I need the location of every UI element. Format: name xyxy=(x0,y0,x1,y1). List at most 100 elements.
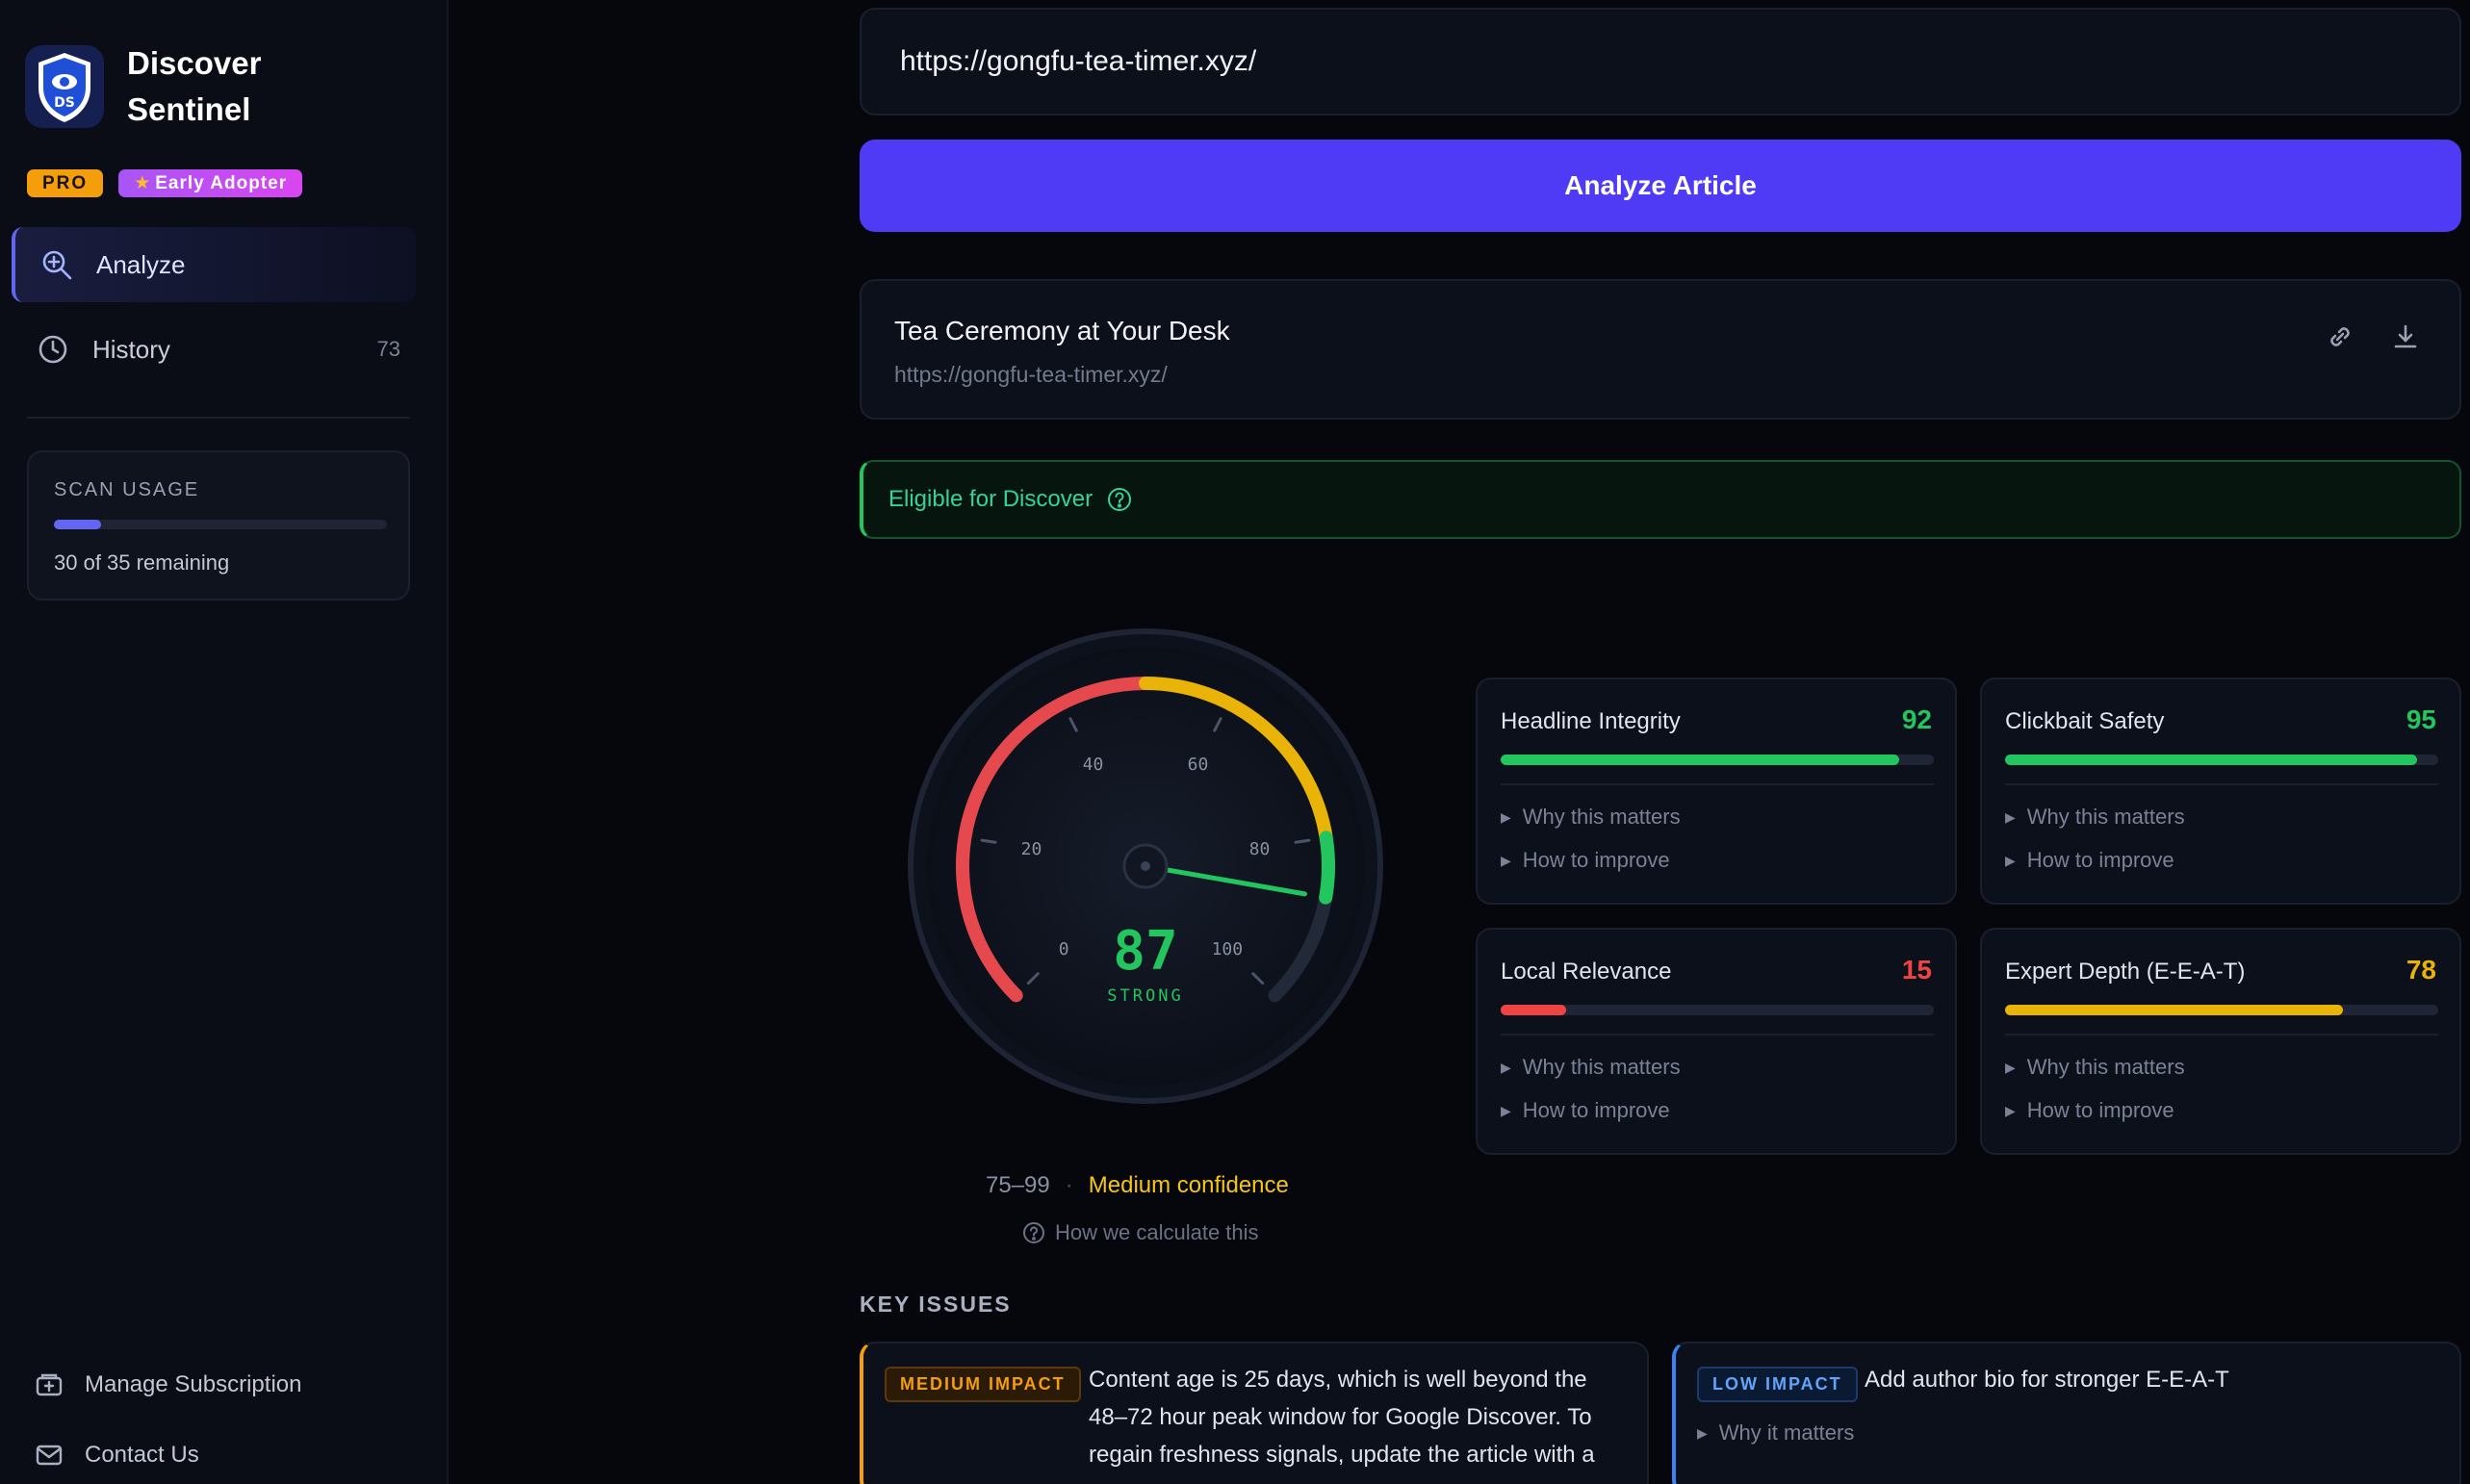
eligibility-banner: Eligible for Discover xyxy=(860,460,2461,539)
early-adopter-badge: ★ Early Adopter xyxy=(118,169,303,197)
why-this-matters-toggle[interactable]: ▶ Why this matters xyxy=(1501,1055,1681,1080)
metric-bar xyxy=(1501,755,1934,765)
clock-icon xyxy=(39,335,67,364)
shield-logo-icon: DS xyxy=(25,45,104,128)
url-input[interactable]: https://gongfu-tea-timer.xyz/ xyxy=(860,8,2461,115)
issue-text: Content age is 25 days, which is well be… xyxy=(1089,1361,1637,1473)
gauge-grade: STRONG xyxy=(1107,986,1183,1006)
why-this-matters-toggle[interactable]: ▶ Why this matters xyxy=(2005,805,2185,830)
score-gauge: 0 20 40 60 80 100 87 STRONG xyxy=(908,628,1383,1104)
contact-us-label: Contact Us xyxy=(85,1442,199,1468)
manage-subscription-link[interactable]: Manage Subscription xyxy=(35,1370,301,1399)
gauge-arc-segment xyxy=(1319,831,1335,905)
nav-label-analyze: Analyze xyxy=(96,249,186,279)
confidence-level: Medium confidence xyxy=(1088,1172,1289,1198)
gauge-tick-label: 20 xyxy=(1021,839,1042,859)
how-to-improve-toggle[interactable]: ▶ How to improve xyxy=(1501,1098,1670,1123)
download-icon[interactable] xyxy=(2390,321,2421,352)
gauge-tick-label: 0 xyxy=(1059,939,1069,959)
issue-text: Add author bio for stronger E-E-A-T xyxy=(1865,1367,2229,1393)
why-this-matters-toggle[interactable]: ▶ Why this matters xyxy=(2005,1055,2185,1080)
metric-card-headline-integrity: Headline Integrity 92 ▶ Why this matters … xyxy=(1476,678,1957,905)
caret-right-icon: ▶ xyxy=(2005,1102,2016,1118)
brand[interactable]: DS Discover Sentinel xyxy=(25,40,320,133)
metric-divider xyxy=(2005,1034,2438,1036)
issue-text-line: Content age is 25 days, which is well be… xyxy=(1089,1367,1587,1393)
metric-bar-fill xyxy=(2005,1005,2343,1015)
metric-bar-fill xyxy=(1501,755,1899,765)
scan-usage-title: SCAN USAGE xyxy=(54,479,200,500)
score-range-line: 75–99 · Medium confidence xyxy=(986,1172,1289,1199)
metric-bar xyxy=(1501,1005,1934,1015)
mail-icon xyxy=(36,1445,63,1466)
metric-card-expert-depth: Expert Depth (E-E-A-T) 78 ▶ Why this matt… xyxy=(1980,928,2461,1155)
billing-icon xyxy=(36,1373,63,1396)
metric-score: 78 xyxy=(2406,955,2436,985)
contact-us-link[interactable]: Contact Us xyxy=(35,1441,199,1470)
gauge-tick-label: 80 xyxy=(1249,839,1271,859)
eligibility-text: Eligible for Discover xyxy=(888,486,1093,512)
issue-text-line: regain freshness signals, update the art… xyxy=(1089,1442,1595,1468)
sidebar: DS Discover Sentinel PRO ★ Early Adopter … xyxy=(0,0,449,1484)
why-it-matters-toggle[interactable]: ▶ Why it matters xyxy=(1697,1420,1854,1446)
star-icon: ★ xyxy=(134,173,152,193)
caret-right-icon: ▶ xyxy=(1501,852,1511,868)
scan-usage-card: SCAN USAGE 30 of 35 remaining xyxy=(27,450,410,601)
nav-item-analyze[interactable]: Analyze xyxy=(12,227,416,302)
medium-impact-badge: MEDIUM IMPACT xyxy=(885,1367,1081,1402)
issue-text-line: 48–72 hour peak window for Google Discov… xyxy=(1089,1404,1592,1430)
caret-right-icon: ▶ xyxy=(2005,808,2016,825)
issue-card-low: LOW IMPACT Add author bio for stronger E… xyxy=(1672,1342,2461,1484)
metric-bar-fill xyxy=(1501,1005,1566,1015)
how-we-calculate-link[interactable]: How we calculate this xyxy=(1022,1220,1259,1245)
range-separator: · xyxy=(1065,1172,1073,1198)
gauge-tick-label: 40 xyxy=(1083,755,1104,775)
metric-divider xyxy=(1501,783,1934,785)
why-this-matters-toggle[interactable]: ▶ Why this matters xyxy=(1501,805,1681,830)
brand-name: Discover Sentinel xyxy=(127,45,262,127)
metric-card-local-relevance: Local Relevance 15 ▶ Why this matters ▶ Ho… xyxy=(1476,928,1957,1155)
metric-bar-fill xyxy=(2005,755,2417,765)
scan-usage-fill xyxy=(54,520,102,529)
caret-right-icon: ▶ xyxy=(1501,1102,1511,1118)
help-circle-icon xyxy=(1023,1222,1044,1243)
metric-label: Local Relevance xyxy=(1501,959,1672,985)
scan-usage-bar xyxy=(54,520,387,529)
article-url: https://gongfu-tea-timer.xyz/ xyxy=(894,362,1168,387)
key-issues-heading: KEY ISSUES xyxy=(860,1292,1012,1317)
metric-bar xyxy=(2005,755,2438,765)
search-plus-icon xyxy=(42,250,72,280)
how-to-improve-toggle[interactable]: ▶ How to improve xyxy=(1501,848,1670,873)
plan-badges: PRO ★ Early Adopter xyxy=(27,169,303,197)
manage-subscription-label: Manage Subscription xyxy=(85,1371,302,1397)
metric-label: Clickbait Safety xyxy=(2005,708,2165,734)
how-to-improve-toggle[interactable]: ▶ How to improve xyxy=(2005,848,2174,873)
link-icon[interactable] xyxy=(2325,321,2355,352)
caret-right-icon: ▶ xyxy=(1501,1059,1511,1075)
how-we-calculate-text: How we calculate this xyxy=(1055,1220,1259,1244)
svg-text:DS: DS xyxy=(54,95,75,111)
article-card: Tea Ceremony at Your Desk https://gongfu… xyxy=(860,279,2461,420)
scan-usage-text: 30 of 35 remaining xyxy=(54,550,230,575)
metric-bar xyxy=(2005,1005,2438,1015)
metric-score: 95 xyxy=(2406,704,2436,734)
gauge-tick-label: 60 xyxy=(1188,755,1209,775)
gauge-hub-center xyxy=(1141,861,1150,871)
how-to-improve-toggle[interactable]: ▶ How to improve xyxy=(2005,1098,2174,1123)
article-title: Tea Ceremony at Your Desk xyxy=(894,316,1230,345)
nav-item-history[interactable]: History 73 xyxy=(12,312,416,387)
analyze-article-button[interactable]: Analyze Article xyxy=(860,140,2461,232)
caret-right-icon: ▶ xyxy=(2005,852,2016,868)
low-impact-badge: LOW IMPACT xyxy=(1697,1367,1858,1402)
history-count: 73 xyxy=(376,337,400,361)
pro-badge: PRO xyxy=(27,169,104,197)
help-circle-icon[interactable] xyxy=(1106,486,1133,513)
issue-card-medium: MEDIUM IMPACT Content age is 25 days, wh… xyxy=(860,1342,1649,1484)
metric-divider xyxy=(2005,783,2438,785)
metric-score: 92 xyxy=(1901,704,1932,734)
gauge-tick-label: 100 xyxy=(1212,939,1244,959)
metric-card-clickbait-safety: Clickbait Safety 95 ▶ Why this matters ▶ H… xyxy=(1980,678,2461,905)
gauge-score: 87 xyxy=(1113,920,1177,983)
caret-right-icon: ▶ xyxy=(2005,1059,2016,1075)
metric-divider xyxy=(1501,1034,1934,1036)
